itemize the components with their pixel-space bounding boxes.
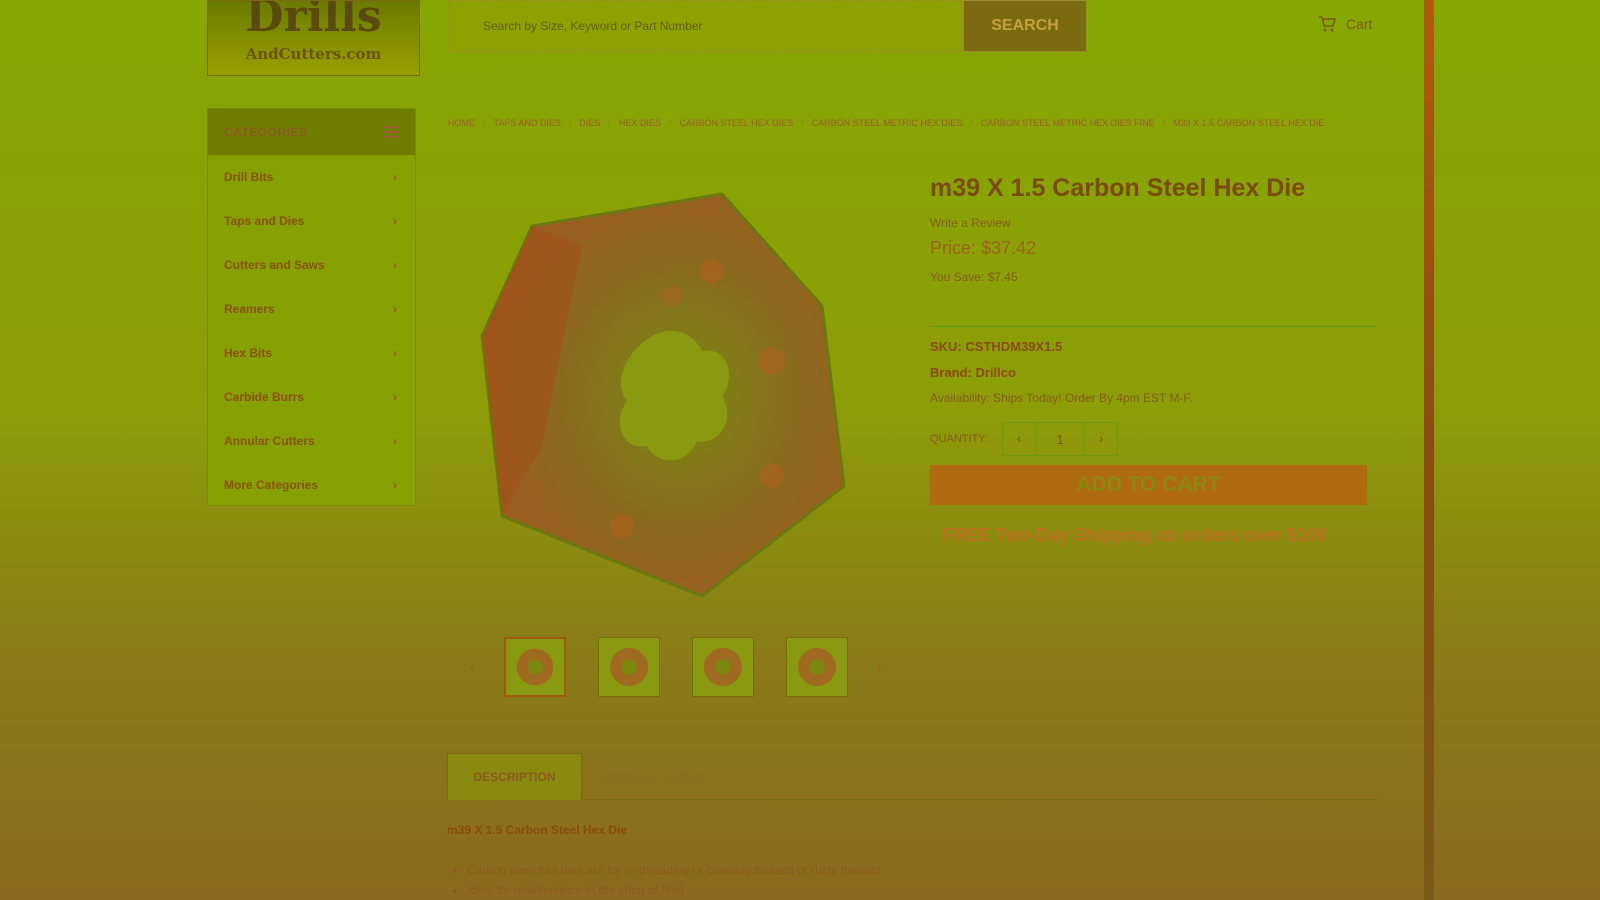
product-sku: SKU: CSTHDM39X1.5 <box>930 339 1063 354</box>
chevron-right-icon: › <box>393 346 397 360</box>
product-title: m39 X 1.5 Carbon Steel Hex Die <box>930 174 1306 202</box>
quantity-decrease-button[interactable]: ‹ <box>1003 423 1037 453</box>
logo-text-main: Drills <box>245 0 382 42</box>
breadcrumb-separator: / <box>970 118 973 128</box>
sidebar-item-cutters-and-saws[interactable]: Cutters and Saws › <box>208 243 415 287</box>
thumbnail-image[interactable] <box>692 637 754 697</box>
quantity-controls: ‹ › <box>1002 422 1119 456</box>
description-title: m39 X 1.5 Carbon Steel Hex Die <box>447 823 628 837</box>
sidebar-header[interactable]: CATEGORIES <box>208 109 415 155</box>
chevron-right-icon: › <box>393 170 397 184</box>
product-main-image[interactable] <box>472 186 856 610</box>
breadcrumb-separator: / <box>608 118 611 128</box>
sidebar-item-label: Reamers <box>224 302 275 316</box>
product-brand: Brand: Drillco <box>930 365 1016 380</box>
chevron-left-icon[interactable]: ‹ <box>458 656 488 679</box>
free-shipping-banner: FREE Two-Day Shipping on orders over $10… <box>942 525 1327 545</box>
thumbnail-image[interactable] <box>504 637 566 697</box>
list-item: Ideal for maintenance in the shop or fie… <box>467 880 881 900</box>
breadcrumb-separator: / <box>668 118 672 128</box>
product-tabs: DESCRIPTION PRODUCT SPECS <box>447 753 1378 800</box>
tab-description[interactable]: DESCRIPTION <box>447 753 582 800</box>
product-availability: Availability: Ships Today! Order By 4pm … <box>930 391 1193 405</box>
product-rating[interactable]: ☆☆☆☆☆ 0 Reviews <box>930 302 1033 315</box>
sidebar-item-more-categories[interactable]: More Categories › <box>208 463 415 507</box>
sidebar-item-taps-and-dies[interactable]: Taps and Dies › <box>208 199 415 243</box>
breadcrumb-link[interactable]: HEX DIES <box>619 115 661 132</box>
sidebar-item-label: More Categories <box>224 478 319 492</box>
thumbnail-image[interactable] <box>598 637 660 697</box>
product-savings: You Save: $7.45 <box>930 270 1018 284</box>
breadcrumb-link[interactable]: CARBON STEEL HEX DIES <box>679 115 793 132</box>
sidebar-item-hex-bits[interactable]: Hex Bits › <box>208 331 415 375</box>
breadcrumb-separator: / <box>801 118 804 128</box>
list-item: Carbon steel hex dies are for re-threadi… <box>467 860 881 880</box>
search-input[interactable] <box>449 1 961 51</box>
cart-label: Cart <box>1346 16 1373 32</box>
sidebar-item-drill-bits[interactable]: Drill Bits › <box>208 155 415 199</box>
menu-icon <box>383 126 399 138</box>
quantity-label: QUANTITY: <box>930 433 989 445</box>
quantity-stepper: QUANTITY: ‹ › <box>930 422 1119 456</box>
chevron-right-icon: › <box>393 478 397 492</box>
breadcrumb-separator: / <box>483 118 486 128</box>
breadcrumb-link[interactable]: DIES <box>579 115 600 132</box>
cart-icon <box>1319 16 1336 32</box>
sidebar-item-carbide-burrs[interactable]: Carbide Burrs › <box>208 375 415 419</box>
sidebar-item-label: Carbide Burrs <box>224 390 305 404</box>
quantity-input[interactable] <box>1036 423 1086 455</box>
chevron-right-icon[interactable]: › <box>864 656 894 679</box>
breadcrumb-link[interactable]: HOME <box>448 115 475 132</box>
sidebar-item-label: Annular Cutters <box>224 434 315 448</box>
category-sidebar: CATEGORIES Drill Bits › Taps and Dies › Cu… <box>207 108 416 506</box>
sidebar-item-label: Drill Bits <box>224 170 274 184</box>
scrollbar[interactable] <box>1424 0 1434 900</box>
chevron-right-icon: › <box>393 258 397 272</box>
sidebar-item-label: Taps and Dies <box>224 214 305 228</box>
logo-text-sub: AndCutters.com <box>245 45 382 63</box>
thumbnail-image[interactable] <box>786 637 848 697</box>
chevron-right-icon: › <box>393 302 397 316</box>
description-bullets: Carbon steel hex dies are for re-threadi… <box>447 860 881 900</box>
chevron-right-icon: › <box>393 434 397 448</box>
sidebar-item-annular-cutters[interactable]: Annular Cutters › <box>208 419 415 463</box>
search-box <box>448 0 962 52</box>
breadcrumb-current: M39 X 1.5 CARBON STEEL HEX DIE <box>1173 118 1325 128</box>
breadcrumb-separator: / <box>1162 118 1166 128</box>
search-button[interactable]: SEARCH <box>963 0 1087 52</box>
quantity-increase-button[interactable]: › <box>1085 423 1117 453</box>
tab-product-specs[interactable]: PRODUCT SPECS <box>595 753 715 799</box>
breadcrumb-link[interactable]: CARBON STEEL METRIC HEX DIES FINE <box>981 115 1155 132</box>
breadcrumb-separator: / <box>568 118 572 128</box>
cart-link[interactable]: Cart <box>1318 16 1372 32</box>
breadcrumb: HOME / TAPS AND DIES / DIES / HEX DIES / CAR… <box>448 115 1388 132</box>
product-price: Price: $37.42 <box>930 238 1037 258</box>
sidebar-item-label: Cutters and Saws <box>224 258 325 272</box>
sidebar-title: CATEGORIES <box>224 125 308 139</box>
breadcrumb-link[interactable]: TAPS AND DIES <box>494 115 561 132</box>
chevron-right-icon: › <box>393 214 397 228</box>
divider <box>930 326 1378 327</box>
sidebar-item-label: Hex Bits <box>224 346 273 360</box>
thumbnail-carousel: ‹ › <box>458 636 894 698</box>
product-page: Drills AndCutters.com SEARCH Cart CATEGO… <box>0 0 1600 900</box>
chevron-right-icon: › <box>393 390 397 404</box>
write-review-link[interactable]: Write a Review <box>930 216 1010 230</box>
breadcrumb-link[interactable]: CARBON STEEL METRIC HEX DIES <box>812 115 963 132</box>
site-logo[interactable]: Drills AndCutters.com <box>207 0 420 76</box>
sidebar-item-reamers[interactable]: Reamers › <box>208 287 415 331</box>
add-to-cart-button[interactable]: ADD TO CART <box>930 465 1367 505</box>
